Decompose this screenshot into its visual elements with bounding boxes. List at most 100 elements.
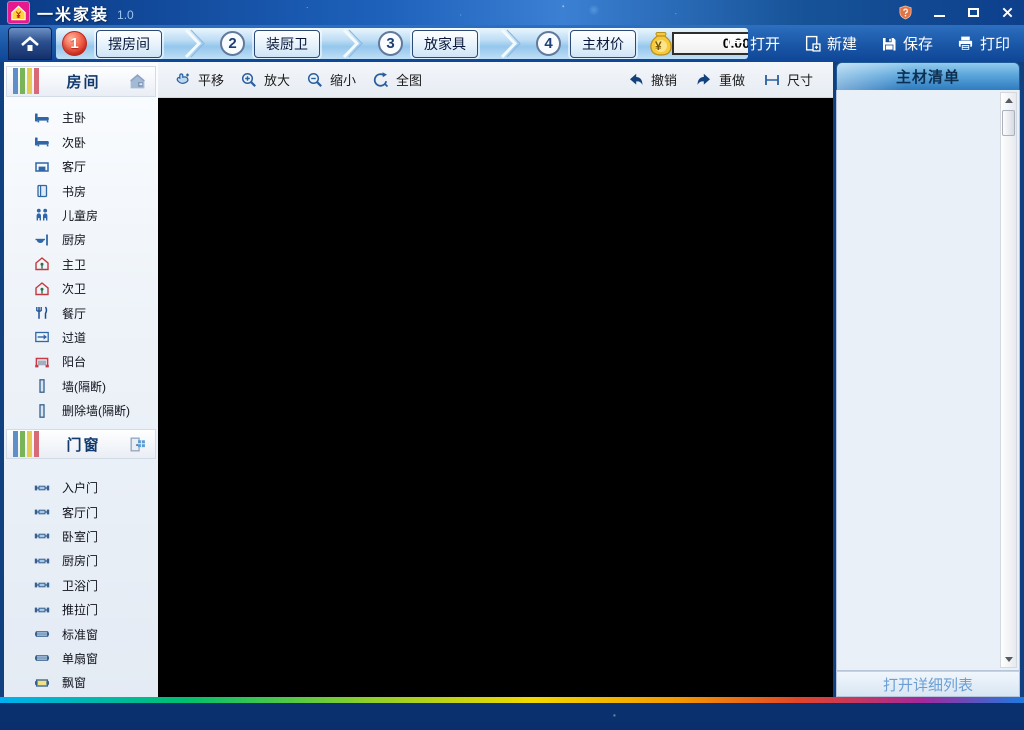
redo-button[interactable]: 重做 [695,70,745,89]
step-2[interactable]: 2 装厨卫 [220,29,320,58]
zoom-out-button[interactable]: 缩小 [306,70,356,89]
zoom-in-button[interactable]: 放大 [240,70,290,89]
step-4[interactable]: 4 主材价 [536,29,636,58]
zoom-out-label: 缩小 [330,73,357,88]
scrollbar[interactable] [1000,92,1017,668]
fit-view-label: 全图 [396,73,423,88]
scroll-up-icon [1004,98,1013,103]
chevron-separator-icon [182,28,206,59]
maximize-button[interactable] [964,5,982,21]
step-4-button[interactable]: 主材价 [570,29,636,58]
door-window-icon [128,435,147,454]
scroll-down-button[interactable] [1001,652,1016,667]
window-icon [34,626,50,642]
app-window: 一米家装 1.0 1 摆房间 2 装厨卫 3 放家具 4 主材价 ¥ 打开 新建… [0,0,1024,703]
step-4-number: 4 [536,31,561,56]
floorplan-canvas[interactable] [158,98,833,697]
save-button[interactable]: 保存 [881,33,933,54]
sidebar-item-bath-door[interactable]: 卫浴门 [4,573,158,597]
sidebar-item-second-bedroom[interactable]: 次卧 [4,130,158,154]
step-1-button[interactable]: 摆房间 [96,29,162,58]
item-label: 书房 [62,184,87,199]
sidebar-item-balcony[interactable]: 阳台 [4,350,158,374]
item-label: 阳台 [62,355,87,370]
scroll-up-button[interactable] [1001,93,1016,108]
window-bottom-rainbow-strip [0,697,1024,703]
item-label: 次卧 [62,135,87,150]
sidebar-item-single-window[interactable]: 单扇窗 [4,646,158,670]
main-content: 房间 主卧 次卧 客厅 书房 儿童房 厨房 主卫 次卫 餐厅 过道 阳台 墙(隔… [0,62,1024,697]
shield-icon[interactable] [896,5,914,21]
sidebar-item-bay-window[interactable]: 飘窗 [4,671,158,695]
balcony-icon [34,354,50,370]
money-bag-icon: ¥ [646,29,676,59]
sidebar-item-study[interactable]: 书房 [4,179,158,203]
close-button[interactable] [998,5,1016,21]
step-1[interactable]: 1 摆房间 [62,29,162,58]
step-3-button[interactable]: 放家具 [412,29,478,58]
undo-button[interactable]: 撤销 [627,70,677,89]
new-button[interactable]: 新建 [804,33,857,54]
scrollbar-thumb[interactable] [1002,110,1015,136]
sidebar-item-master-bath[interactable]: 主卫 [4,252,158,276]
sidebar-item-kitchen[interactable]: 厨房 [4,228,158,252]
sidebar-item-dining-room[interactable]: 餐厅 [4,301,158,325]
door-icon [34,553,50,569]
fit-view-button[interactable]: 全图 [372,70,422,89]
sidebar: 房间 主卧 次卧 客厅 书房 儿童房 厨房 主卫 次卫 餐厅 过道 阳台 墙(隔… [4,62,158,697]
sidebar-item-second-bath[interactable]: 次卫 [4,276,158,300]
home-button[interactable] [8,27,52,60]
zoom-out-icon [306,71,324,89]
sidebar-item-kitchen-door[interactable]: 厨房门 [4,549,158,573]
open-detail-list-button[interactable]: 打开详细列表 [836,671,1020,697]
sidebar-item-wall[interactable]: 墙(隔断) [4,374,158,398]
section-title: 门窗 [66,436,101,454]
sidebar-item-kids-room[interactable]: 儿童房 [4,203,158,227]
chevron-separator-icon [498,28,522,59]
sidebar-item-delete-wall[interactable]: 删除墙(隔断) [4,398,158,422]
sidebar-item-master-bedroom[interactable]: 主卧 [4,106,158,130]
item-label: 主卧 [62,111,87,126]
section-header-rooms: 房间 [6,66,156,97]
dimension-icon [763,71,781,89]
pan-hand-icon [174,71,192,89]
door-icon [34,528,50,544]
save-icon [881,36,897,52]
section-header-doors-windows: 门窗 [6,428,156,460]
sidebar-item-sliding-door[interactable]: 推拉门 [4,597,158,621]
bed-icon [34,110,50,126]
bathroom-icon [34,256,50,272]
print-button[interactable]: 打印 [957,33,1010,54]
house-icon [128,72,147,91]
app-title: 一米家装 [37,6,110,24]
sidebar-item-living-room[interactable]: 客厅 [4,154,158,178]
door-window-items: 入户门 客厅门 卧室门 厨房门 卫浴门 推拉门 标准窗 单扇窗 飘窗 [4,459,158,697]
canvas-toolbar: 平移 放大 缩小 全图 撤销 重做 尺寸 [158,62,833,98]
step-3[interactable]: 3 放家具 [378,29,478,58]
step-2-button[interactable]: 装厨卫 [254,29,320,58]
sidebar-item-bedroom-door[interactable]: 卧室门 [4,524,158,548]
undo-label: 撤销 [650,73,677,88]
new-label: 新建 [826,36,857,53]
currency-symbol: ¥ [655,38,662,53]
item-label: 单扇窗 [62,651,99,666]
dimension-button[interactable]: 尺寸 [763,70,813,89]
step-bar: 1 摆房间 2 装厨卫 3 放家具 4 主材价 ¥ 打开 新建 保存 打印 [0,25,1024,62]
sidebar-item-standard-window[interactable]: 标准窗 [4,622,158,646]
item-label: 客厅 [62,160,87,175]
item-label: 推拉门 [62,603,99,618]
item-label: 删除墙(隔断) [62,404,130,419]
sidebar-item-entry-door[interactable]: 入户门 [4,475,158,499]
rainbow-stripes-icon [13,68,39,95]
minimize-button[interactable] [930,5,948,21]
sidebar-item-hallway[interactable]: 过道 [4,325,158,349]
sidebar-item-living-door[interactable]: 客厅门 [4,500,158,524]
step-2-number: 2 [220,31,245,56]
print-icon [957,35,974,52]
pan-button[interactable]: 平移 [174,70,224,89]
children-icon [34,207,50,223]
item-label: 客厅门 [62,505,99,520]
bay-window-icon [34,675,50,691]
logo-house-icon [9,3,28,22]
open-button[interactable]: 打开 [727,33,780,54]
